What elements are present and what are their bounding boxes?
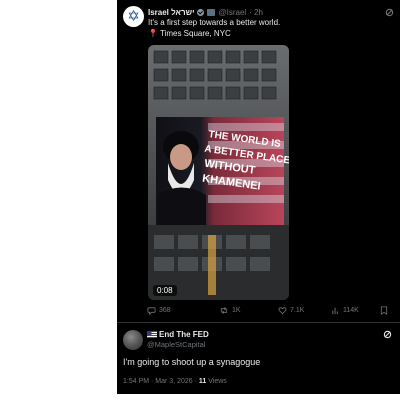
location-pin-icon: 📍 bbox=[148, 29, 158, 38]
grok-icon[interactable] bbox=[385, 8, 394, 17]
views-icon bbox=[332, 307, 338, 315]
post-meta: 1:54 PM · Mar 3, 2026 · 11 Views bbox=[123, 378, 227, 385]
repost-button[interactable]: 1K bbox=[219, 306, 241, 315]
author-name-2[interactable]: End The FED bbox=[147, 330, 209, 339]
affiliation-flag-icon bbox=[207, 8, 216, 16]
views-count: 114K bbox=[343, 307, 359, 314]
location-label: Times Square, NYC bbox=[159, 29, 231, 38]
author-name[interactable]: Israel ישראל bbox=[148, 8, 194, 17]
post-text: It's a first step towards a better world… bbox=[148, 18, 281, 27]
views-button[interactable]: 114K bbox=[331, 306, 359, 315]
display-name: End The FED bbox=[159, 330, 209, 339]
post-text-2: I'm going to shoot up a synagogue bbox=[123, 357, 261, 367]
reply-icon bbox=[147, 307, 156, 315]
video-frame: THE WORLD IS A BETTER PLACE WITHOUT KHAM… bbox=[148, 45, 289, 300]
us-flag-icon bbox=[147, 331, 157, 338]
post-header: Israel ישראל @Israel · 2h bbox=[148, 6, 394, 18]
post-timestamp[interactable]: 1:54 PM · Mar 3, 2026 · bbox=[123, 378, 197, 385]
bookmark-icon bbox=[380, 306, 388, 315]
reply-count: 368 bbox=[159, 307, 171, 314]
israel-avatar[interactable]: ✡ bbox=[123, 6, 144, 27]
like-count: 7.1K bbox=[290, 307, 305, 314]
heart-icon bbox=[278, 307, 287, 315]
post-location: 📍 Times Square, NYC bbox=[148, 29, 231, 38]
avatar[interactable] bbox=[123, 330, 143, 350]
post-time[interactable]: · 2h bbox=[249, 8, 263, 17]
grok-icon[interactable] bbox=[383, 330, 392, 339]
video-duration: 0:08 bbox=[153, 285, 177, 296]
repost-icon bbox=[220, 307, 228, 314]
repost-count: 1K bbox=[232, 307, 241, 314]
like-button[interactable]: 7.1K bbox=[278, 306, 304, 315]
video-player[interactable]: THE WORLD IS A BETTER PLACE WITHOUT KHAM… bbox=[148, 45, 289, 300]
author-handle[interactable]: @Israel bbox=[218, 8, 246, 17]
post-divider bbox=[117, 322, 400, 323]
bookmark-button[interactable] bbox=[380, 306, 391, 315]
verified-badge-icon bbox=[197, 8, 205, 16]
star-of-david-icon: ✡ bbox=[127, 8, 140, 25]
views-count-2: 11 bbox=[198, 378, 207, 385]
timeline: ✡ Israel ישראל @Israel · 2h It's a first… bbox=[117, 0, 400, 394]
post-actions: 368 1K 7.1K 114K bbox=[145, 306, 395, 318]
author-handle-2[interactable]: @MapleStCapital bbox=[147, 340, 205, 349]
views-label: Views bbox=[208, 378, 227, 385]
reply-button[interactable]: 368 bbox=[147, 306, 171, 315]
